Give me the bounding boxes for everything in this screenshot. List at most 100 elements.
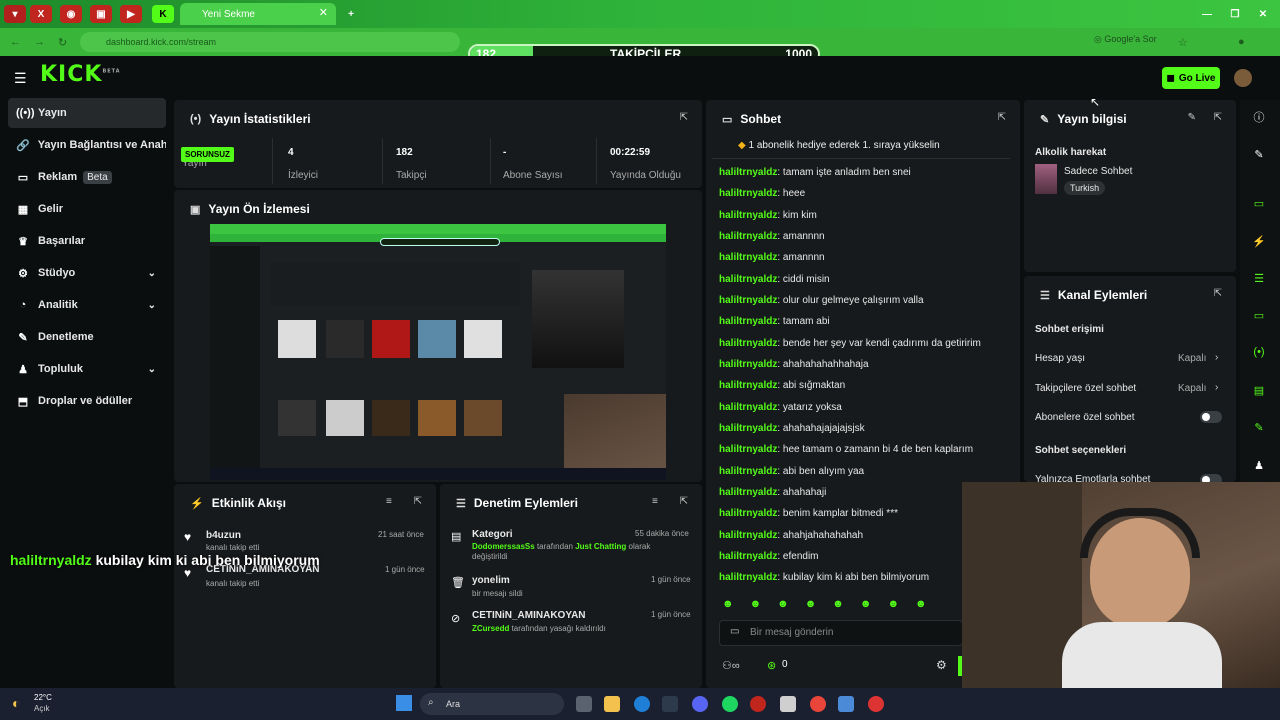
chevron-right-icon[interactable]: › <box>1215 352 1218 363</box>
stream-preview-video[interactable] <box>210 224 666 480</box>
beta-badge: Beta <box>83 170 112 184</box>
maximize-icon[interactable]: ❐ <box>1224 5 1246 23</box>
avatar[interactable] <box>1234 69 1252 87</box>
mod-action-desc: ZCursedd tarafından yasağı kaldırıldı <box>472 624 606 633</box>
new-tab-icon[interactable]: + <box>340 5 362 23</box>
bolt-icon[interactable]: ⚡ <box>1250 232 1268 250</box>
file-explorer-icon[interactable] <box>604 696 620 712</box>
star-icon[interactable]: ☆ <box>1178 36 1188 49</box>
app-icon[interactable] <box>780 696 796 712</box>
app-icon[interactable] <box>750 696 766 712</box>
sidebar: ((•))Yayın 🔗Yayın Bağlantısı ve Anahtarı… <box>0 98 172 688</box>
chat-message: haliltrnyaldz: bende her şey var kendi ç… <box>719 338 981 349</box>
spotify-icon[interactable] <box>722 696 738 712</box>
taskbar-search[interactable]: Ara <box>420 693 564 715</box>
youtube-tab-icon[interactable]: ▶ <box>120 5 142 23</box>
store-icon[interactable] <box>662 696 678 712</box>
forward-icon[interactable]: → <box>34 36 45 48</box>
wrench-icon: ✎ <box>1040 113 1050 126</box>
sidebar-item-community[interactable]: ♟ Topluluk ⌄ <box>8 354 166 384</box>
users-icon[interactable]: ♟ <box>1250 456 1268 474</box>
google-ask-button[interactable]: ◎ Google'a Sor <box>1094 34 1157 45</box>
close-window-icon[interactable]: ✕ <box>1252 5 1274 23</box>
back-icon[interactable]: ← <box>10 36 21 48</box>
close-tab-icon[interactable]: ✕ <box>319 6 328 19</box>
language-tag: Turkish <box>1064 181 1106 195</box>
tab-search-icon[interactable]: ▾ <box>4 5 26 23</box>
task-view-icon[interactable] <box>576 696 592 712</box>
account-age-value[interactable]: Kapalı <box>1178 353 1206 364</box>
wrench-icon[interactable]: ✎ <box>1250 418 1268 436</box>
app-icon[interactable] <box>838 696 854 712</box>
activity-name[interactable]: b4uzun <box>206 530 241 541</box>
popout-icon[interactable]: ⇱ <box>414 496 422 507</box>
mouse-cursor-icon: ↖ <box>1090 95 1101 109</box>
heart-icon: ♥ <box>184 566 192 580</box>
tab-icon[interactable]: ◉ <box>60 5 82 23</box>
app-icon[interactable] <box>868 696 884 712</box>
sidebar-item-analytics[interactable]: ◔ Analitik ⌄ <box>8 290 166 320</box>
pen-icon[interactable]: ✎ <box>1250 145 1268 163</box>
chat-message: haliltrnyaldz: benim kamplar bitmedi *** <box>719 508 898 519</box>
followers-only-value[interactable]: Kapalı <box>1178 383 1206 394</box>
emote-bar[interactable]: ☻☻☻☻☻☻☻☻ <box>722 598 943 610</box>
x-tab-icon[interactable]: X <box>30 5 52 23</box>
account-age-label: Hesap yaşı <box>1035 353 1086 364</box>
settings-share-icon[interactable]: ⚇∞ <box>722 659 740 672</box>
broadcast-icon: ((•)) <box>16 107 35 119</box>
go-live-button[interactable]: ◼ Go Live <box>1162 67 1220 89</box>
gear-icon[interactable]: ⚙ <box>936 658 947 672</box>
chat-access-heading: Sohbet erişimi <box>1035 324 1104 335</box>
active-tab[interactable]: Yeni Sekme ✕ <box>180 3 336 25</box>
search-icon: ⌕ <box>428 697 434 708</box>
sidebar-item-ads[interactable]: ▭ Reklam Beta <box>8 162 166 192</box>
chrome-icon[interactable] <box>810 696 826 712</box>
url-field[interactable]: dashboard.kick.com/stream <box>80 32 460 52</box>
layout-icon[interactable]: ▤ <box>1250 381 1268 399</box>
sidebar-item-stream-key[interactable]: 🔗Yayın Bağlantısı ve Anahtarı <box>8 130 166 160</box>
popout-icon[interactable]: ⇱ <box>680 496 688 507</box>
menu-icon[interactable]: ☰ <box>14 70 27 87</box>
sidebar-item-studio[interactable]: ⚙ Stüdyo ⌄ <box>8 258 166 288</box>
sidebar-item-moderation[interactable]: ✎ Denetleme <box>8 322 166 352</box>
sidebar-item-stream[interactable]: ((•)) Yayın <box>8 98 166 128</box>
mod-action-name[interactable]: Kategori <box>472 529 513 540</box>
sidebar-item-achievements[interactable]: ♛ Başarılar <box>8 226 166 256</box>
chat-input-icon: ▭ <box>730 626 740 637</box>
moderation-title: ☰ Denetim Eylemleri <box>456 496 578 510</box>
broadcast-icon[interactable]: (•) <box>1250 343 1268 361</box>
tab-icon[interactable]: ▣ <box>90 5 112 23</box>
popout-icon[interactable]: ⇱ <box>680 112 688 123</box>
chat-message: haliltrnyaldz: olur olur gelmeye çalışır… <box>719 295 924 306</box>
mod-action-name[interactable]: CETINiN_AMINAKOYAN <box>472 610 586 621</box>
filter-icon[interactable]: ≡ <box>652 496 658 507</box>
info-icon[interactable]: ⓘ <box>1250 108 1268 126</box>
ad-icon: ▭ <box>17 171 29 184</box>
edit-icon[interactable]: ✎ <box>1188 112 1196 123</box>
reload-icon[interactable]: ↻ <box>58 36 67 49</box>
stream-info-title: ✎ Yayın bilgisi <box>1040 112 1127 126</box>
activity-desc: kanalı takip etti <box>206 579 260 588</box>
popout-icon[interactable]: ⇱ <box>998 112 1006 123</box>
mod-action-name[interactable]: yonelim <box>472 575 510 586</box>
list-icon[interactable]: ☰ <box>1250 269 1268 287</box>
chat-toggle-icon[interactable]: ▭ <box>1250 194 1268 212</box>
discord-icon[interactable] <box>692 696 708 712</box>
chat-message-input[interactable]: Bir mesaj gönderin <box>719 620 963 646</box>
chevron-right-icon[interactable]: › <box>1215 382 1218 393</box>
edge-icon[interactable] <box>634 696 650 712</box>
kick-tab-icon[interactable]: K <box>152 5 174 23</box>
kick-logo[interactable]: KICKBETA <box>40 62 121 87</box>
subs-only-toggle[interactable] <box>1200 411 1222 423</box>
windows-start-icon[interactable] <box>396 695 412 711</box>
profile-icon[interactable]: ● <box>1238 36 1245 48</box>
popout-icon[interactable]: ⇱ <box>1214 288 1222 299</box>
sidebar-item-drops[interactable]: ⬒ Droplar ve ödüller <box>8 386 166 416</box>
minimize-icon[interactable]: — <box>1196 5 1218 23</box>
emote-only-toggle[interactable] <box>1200 474 1222 482</box>
chat-icon[interactable]: ▭ <box>1250 306 1268 324</box>
sidebar-item-revenue[interactable]: ▦ Gelir <box>8 194 166 224</box>
filter-icon[interactable]: ≡ <box>386 496 392 507</box>
emote-only-row: Yalnızca Emotlarla sohbet <box>1024 470 1236 482</box>
popout-icon[interactable]: ⇱ <box>1214 112 1222 123</box>
